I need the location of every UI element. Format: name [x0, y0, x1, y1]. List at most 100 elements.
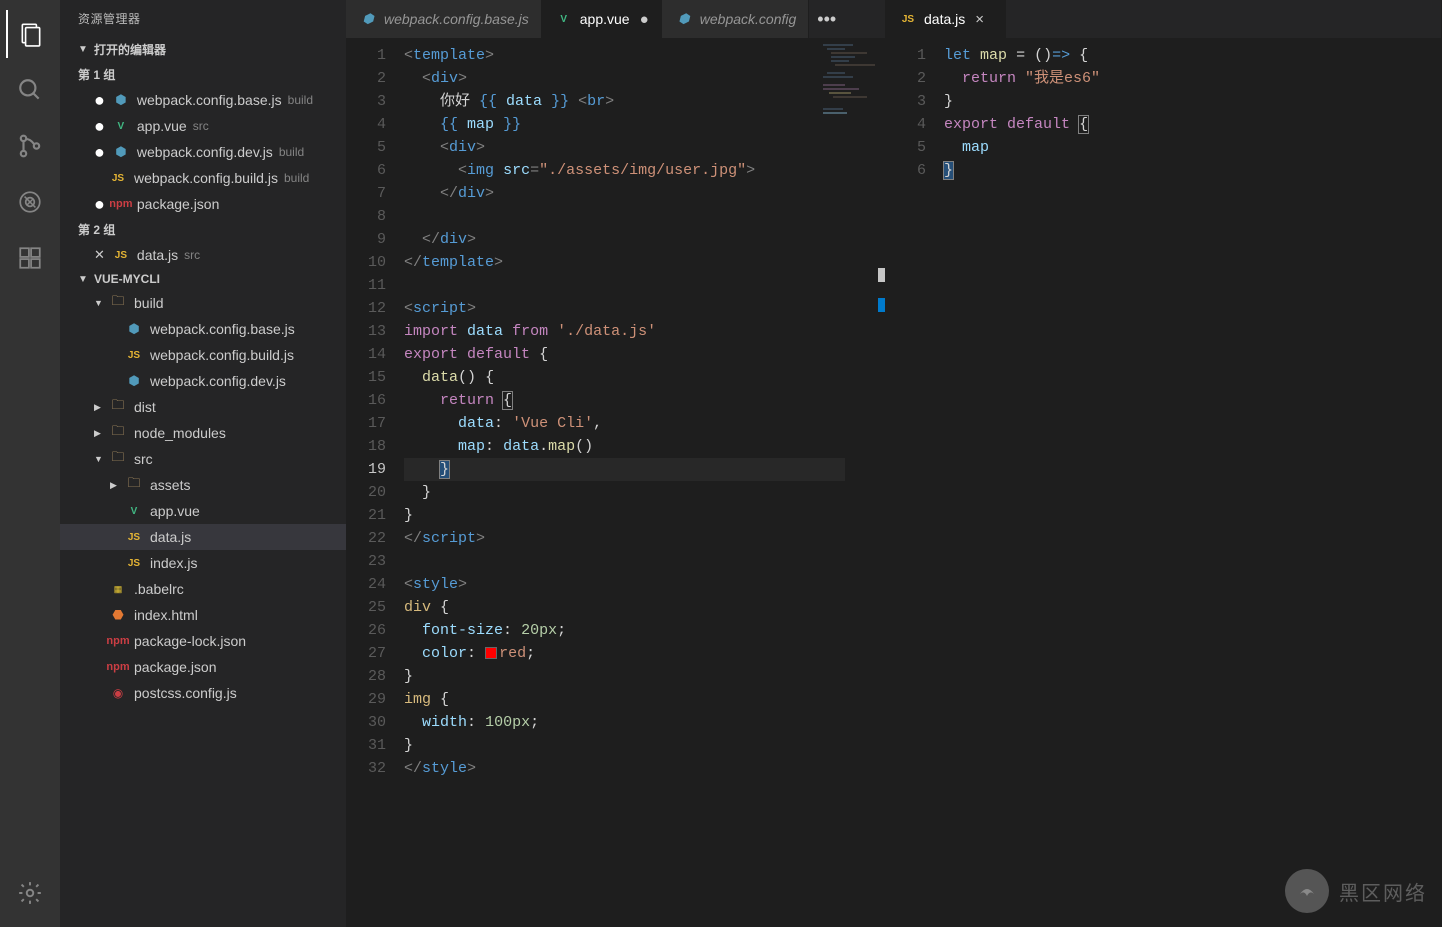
watermark: 黑区网络: [1285, 869, 1427, 913]
tree-item[interactable]: ▦ .babelrc: [60, 576, 346, 602]
tree-label: postcss.config.js: [134, 685, 237, 701]
postcss-icon: ◉: [108, 683, 128, 703]
minimap[interactable]: [821, 42, 881, 122]
watermark-text: 黑区网络: [1339, 877, 1427, 906]
tree-item[interactable]: ▼🗀build: [60, 290, 346, 316]
js-icon: JS: [898, 9, 918, 29]
file-path: build: [288, 93, 313, 107]
tree-item[interactable]: ▶🗀assets: [60, 472, 346, 498]
file-name: webpack.config.dev.js: [137, 144, 273, 160]
tab-label: webpack.config: [700, 11, 797, 27]
tree-item[interactable]: ▶ 🗀 node_modules: [60, 420, 346, 446]
npm-icon: npm: [108, 631, 128, 651]
tree-label: webpack.config.build.js: [150, 347, 294, 363]
tree-item[interactable]: JSdata.js: [60, 524, 346, 550]
dirty-indicator: ●: [640, 11, 649, 28]
folder-icon: 🗀: [108, 423, 128, 443]
search-icon[interactable]: [6, 66, 54, 114]
open-editors-header[interactable]: ▼ 打开的编辑器: [60, 37, 346, 62]
npm-icon: npm: [111, 194, 131, 214]
open-editor-item[interactable]: ●⬢webpack.config.base.jsbuild: [60, 87, 346, 113]
tree-label: index.js: [150, 555, 197, 571]
code-1[interactable]: <template> <div> 你好 {{ data }} <br> {{ m…: [404, 38, 885, 927]
tree-item[interactable]: ⬢webpack.config.base.js: [60, 316, 346, 342]
babel-icon: ▦: [108, 579, 128, 599]
open-editor-item[interactable]: ● ⬢ webpack.config.dev.js build: [60, 139, 346, 165]
editor-body-1[interactable]: 1234567891011121314151617181920212223242…: [346, 38, 885, 927]
twisty-icon: ▶: [94, 428, 104, 439]
tab-label: webpack.config.base.js: [384, 11, 529, 27]
config-icon: ⬢: [111, 142, 131, 162]
code-2[interactable]: let map = ()=> { return "我是es6"}export d…: [944, 38, 1441, 927]
tree-item[interactable]: Vapp.vue: [60, 498, 346, 524]
tree-item[interactable]: ⬢ webpack.config.dev.js: [60, 368, 346, 394]
close-icon[interactable]: ×: [975, 11, 984, 28]
chevron-down-icon: ▼: [78, 274, 88, 285]
activity-bar: [0, 0, 60, 927]
tree-label: webpack.config.dev.js: [150, 373, 286, 389]
folder-icon: 🗀: [108, 397, 128, 417]
tab-label: app.vue: [580, 11, 630, 27]
tree-item[interactable]: ▼🗀src: [60, 446, 346, 472]
vue-icon: V: [124, 501, 144, 521]
tree-item[interactable]: npmpackage-lock.json: [60, 628, 346, 654]
tree-item[interactable]: ◉ postcss.config.js: [60, 680, 346, 706]
js-icon: JS: [124, 345, 144, 365]
config-icon: ⬢: [111, 90, 131, 110]
editor-group-1-label[interactable]: 第 1 组: [60, 62, 346, 87]
dirty-indicator: ●: [94, 121, 105, 131]
file-path: src: [184, 248, 200, 262]
file-path: src: [193, 119, 209, 133]
config-icon: ⬢: [358, 9, 378, 29]
editor-tab[interactable]: ⬢webpack.config: [662, 0, 810, 38]
tab-label: data.js: [924, 11, 965, 27]
tree-item[interactable]: JS webpack.config.build.js: [60, 342, 346, 368]
tree-item[interactable]: JS index.js: [60, 550, 346, 576]
tree-item[interactable]: npmpackage.json: [60, 654, 346, 680]
open-editor-item[interactable]: ●npmpackage.json: [60, 191, 346, 217]
project-header[interactable]: ▼ VUE-MYCLI: [60, 268, 346, 290]
open-editor-item[interactable]: ✕JSdata.jssrc: [60, 242, 346, 268]
twisty-icon: ▼: [94, 454, 104, 464]
vue-icon: V: [111, 116, 131, 136]
editor-group-2-label[interactable]: 第 2 组: [60, 217, 346, 242]
sidebar-title: 资源管理器: [60, 0, 346, 37]
twisty-icon: ▶: [94, 402, 104, 413]
extensions-icon[interactable]: [6, 234, 54, 282]
js-icon: JS: [124, 553, 144, 573]
editor-tab[interactable]: JS data.js ×: [886, 0, 1006, 38]
tree-label: build: [134, 295, 164, 311]
close-icon[interactable]: ✕: [94, 247, 105, 263]
file-tree: ▼🗀build⬢webpack.config.base.jsJSwebpack.…: [60, 290, 346, 927]
folder-icon: 🗀: [108, 449, 128, 469]
editor-tab[interactable]: ⬢ webpack.config.base.js: [346, 0, 542, 38]
file-name: app.vue: [137, 118, 187, 134]
tree-item[interactable]: ▶🗀dist: [60, 394, 346, 420]
editor-body-2[interactable]: 123456 let map = ()=> { return "我是es6"}e…: [886, 38, 1441, 927]
open-editor-item[interactable]: ● Vapp.vue src: [60, 113, 346, 139]
debug-icon[interactable]: [6, 178, 54, 226]
config-icon: ⬢: [124, 371, 144, 391]
tab-overflow-icon[interactable]: •••: [809, 0, 844, 38]
tabs-group-2: JS data.js ×: [886, 0, 1441, 38]
vue-icon: V: [554, 9, 574, 29]
tree-label: data.js: [150, 529, 191, 545]
js-icon: JS: [108, 168, 128, 188]
twisty-icon: ▼: [94, 298, 104, 308]
tabs-group-1: ⬢ webpack.config.base.js Vapp.vue ● ⬢webpack…: [346, 0, 885, 38]
twisty-icon: ▶: [110, 480, 120, 491]
tree-item[interactable]: ⬣index.html: [60, 602, 346, 628]
dirty-indicator: ●: [94, 147, 105, 157]
tree-label: package.json: [134, 659, 217, 675]
file-path: build: [279, 145, 304, 159]
tree-label: .babelrc: [134, 581, 184, 597]
explorer-icon[interactable]: [6, 10, 54, 58]
gutter-2: 123456: [886, 38, 944, 927]
settings-icon[interactable]: [6, 869, 54, 917]
source-control-icon[interactable]: [6, 122, 54, 170]
folder-icon: 🗀: [124, 475, 144, 495]
editor-tab[interactable]: Vapp.vue ●: [542, 0, 662, 38]
tree-label: node_modules: [134, 425, 226, 441]
tree-label: webpack.config.base.js: [150, 321, 295, 337]
open-editor-item[interactable]: JSwebpack.config.build.jsbuild: [60, 165, 346, 191]
